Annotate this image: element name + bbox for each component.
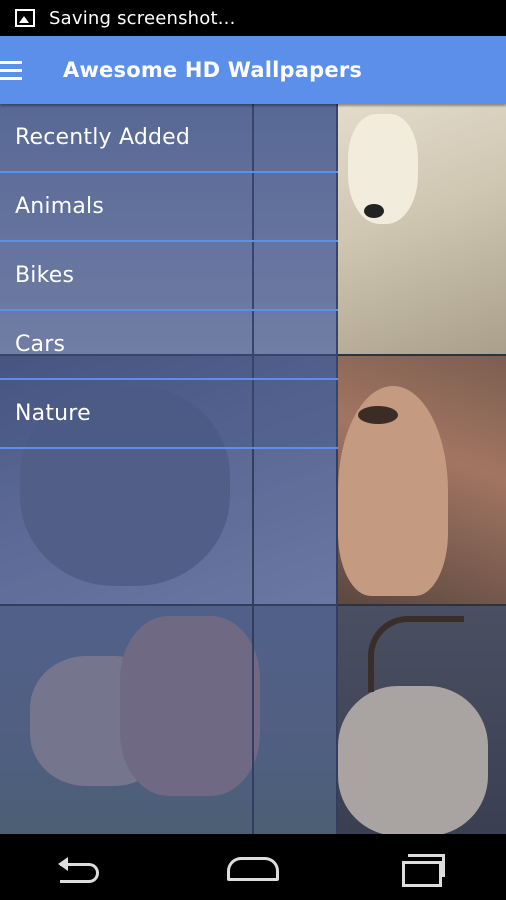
drawer-list: Recently Added Animals Bikes Cars Nature [0, 104, 338, 449]
status-bar: Saving screenshot... [0, 0, 506, 36]
drawer-item-label: Nature [15, 401, 91, 426]
drawer-item-label: Bikes [15, 263, 75, 288]
drawer-item-label: Recently Added [15, 125, 191, 150]
meerkat-thumbnail[interactable] [338, 356, 506, 604]
drawer-item-label: Animals [15, 194, 104, 219]
drawer-item-label: Cars [15, 332, 66, 357]
polar-bear-thumbnail[interactable] [338, 104, 506, 354]
back-icon[interactable] [54, 847, 114, 887]
hamburger-menu-icon[interactable] [0, 57, 22, 83]
home-icon[interactable] [223, 847, 283, 887]
drawer-item-bikes[interactable]: Bikes [0, 242, 338, 311]
drawer-item-animals[interactable]: Animals [0, 173, 338, 242]
navigation-drawer: Recently Added Animals Bikes Cars Nature [0, 104, 338, 834]
app-title: Awesome HD Wallpapers [63, 58, 363, 82]
recents-icon[interactable] [392, 847, 452, 887]
action-bar: Awesome HD Wallpapers [0, 36, 506, 104]
reindeer-thumbnail[interactable] [338, 606, 506, 834]
navigation-bar [0, 834, 506, 900]
status-text: Saving screenshot... [49, 7, 236, 29]
drawer-item-cars[interactable]: Cars [0, 311, 338, 380]
image-icon [15, 9, 35, 27]
drawer-item-recently-added[interactable]: Recently Added [0, 104, 338, 173]
wallpaper-grid: Recently Added Animals Bikes Cars Nature [0, 104, 506, 834]
drawer-item-nature[interactable]: Nature [0, 380, 338, 449]
